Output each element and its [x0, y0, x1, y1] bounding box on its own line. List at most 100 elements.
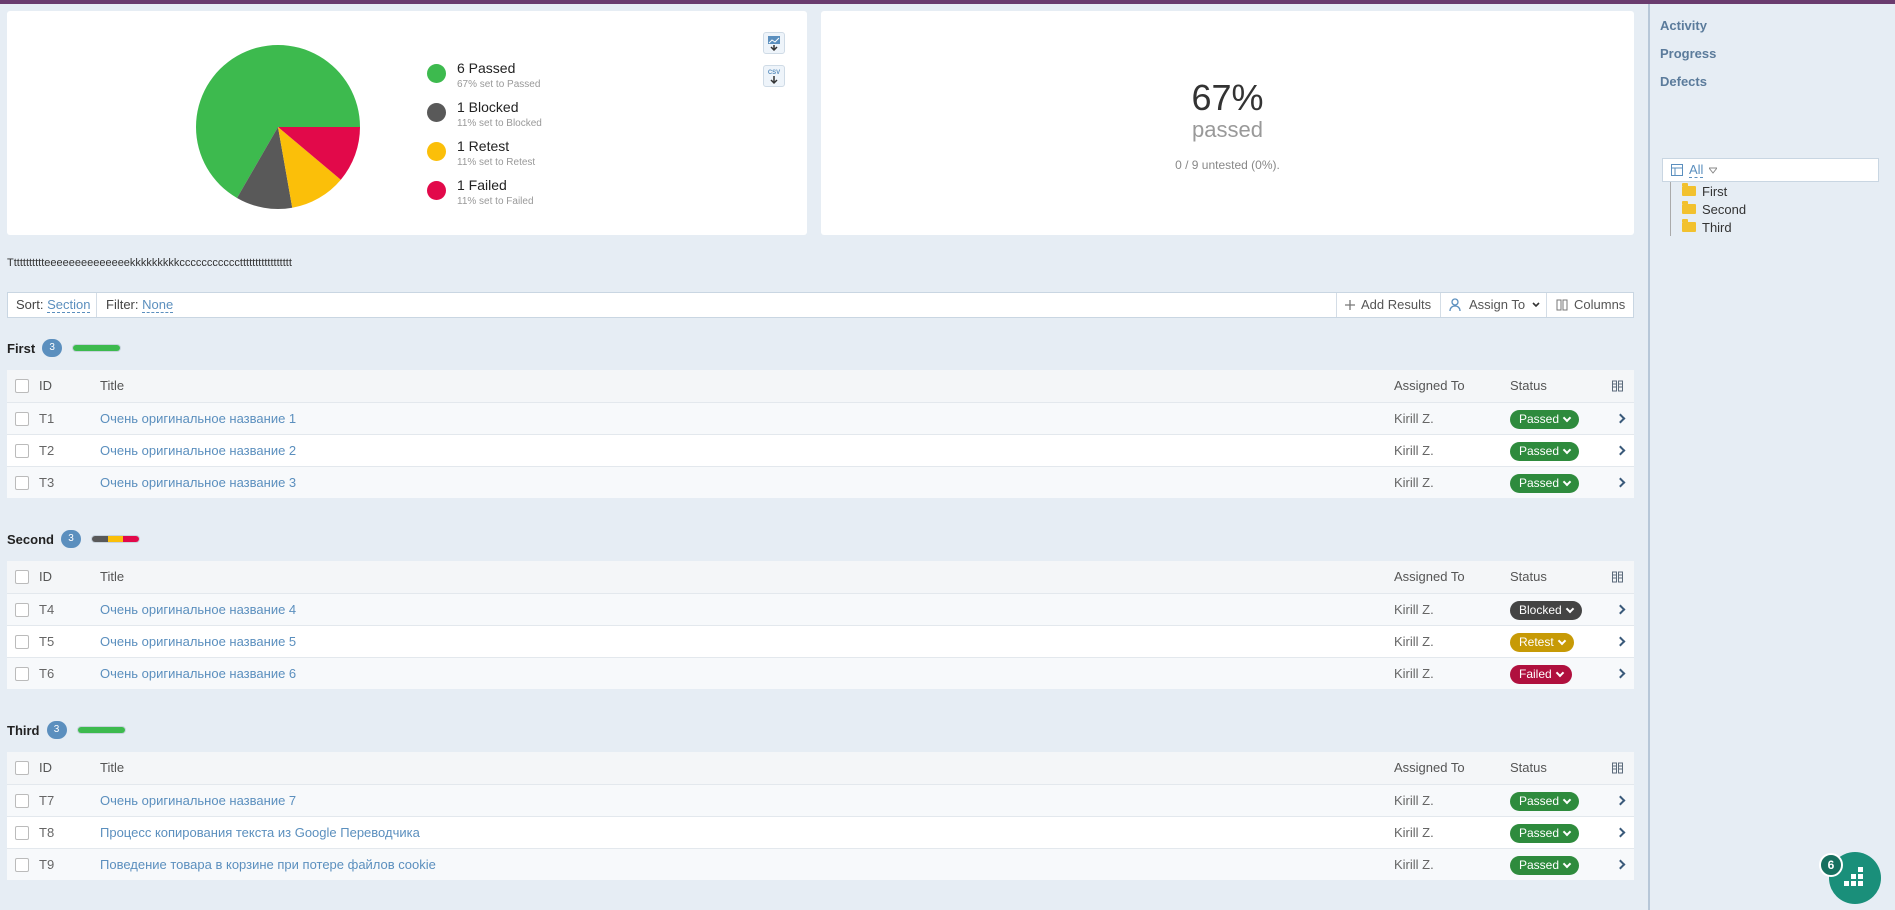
csv-export-button[interactable]: CSV	[763, 65, 785, 87]
tree-item-second[interactable]: Second	[1662, 200, 1879, 218]
table-row[interactable]: T2 Очень оригинальное название 2 Kirill Z.…	[7, 434, 1634, 466]
test-title-link[interactable]: Очень оригинальное название 2	[100, 435, 296, 467]
table-row[interactable]: T5 Очень оригинальное название 5 Kirill Z.…	[7, 625, 1634, 657]
status-dropdown[interactable]: Passed	[1510, 442, 1580, 461]
test-id: T3	[39, 475, 55, 490]
test-title-link[interactable]: Очень оригинальное название 4	[100, 594, 296, 626]
column-header-status[interactable]: Status	[1510, 561, 1547, 593]
test-title-link[interactable]: Процесс копирования текста из Google Пер…	[100, 817, 420, 849]
column-header-status[interactable]: Status	[1510, 752, 1547, 784]
chevron-right-icon[interactable]	[1615, 827, 1626, 838]
sidebar-link-defects[interactable]: Defects	[1660, 74, 1707, 89]
column-header-id[interactable]: ID	[39, 561, 52, 593]
status-label: Retest	[1519, 635, 1554, 649]
table-row[interactable]: T6 Очень оригинальное название 6 Kirill Z.…	[7, 657, 1634, 689]
grid-dots-icon	[1844, 867, 1863, 886]
tests-table: ID Title Assigned To Status T1 Очень оригинал…	[7, 370, 1634, 498]
row-checkbox[interactable]	[15, 858, 29, 872]
column-header-assigned[interactable]: Assigned To	[1394, 752, 1465, 784]
assign-to-button[interactable]: Assign To	[1441, 293, 1549, 317]
column-settings-icon[interactable]	[1612, 571, 1624, 583]
select-all-checkbox[interactable]	[15, 379, 29, 393]
select-all-checkbox[interactable]	[15, 570, 29, 584]
row-checkbox[interactable]	[15, 476, 29, 490]
table-header: ID Title Assigned To Status	[7, 370, 1634, 402]
test-title-link[interactable]: Очень оригинальное название 7	[100, 785, 296, 817]
assignee: Kirill Z.	[1394, 825, 1434, 840]
test-title-link[interactable]: Поведение товара в корзине при потере фа…	[100, 849, 436, 881]
row-checkbox[interactable]	[15, 826, 29, 840]
chevron-right-icon[interactable]	[1615, 668, 1626, 679]
tree-item-third[interactable]: Third	[1662, 218, 1879, 236]
status-label: Passed	[1519, 826, 1560, 840]
image-export-button[interactable]	[763, 32, 785, 54]
status-dropdown[interactable]: Passed	[1510, 410, 1580, 429]
status-dropdown[interactable]: Passed	[1510, 824, 1580, 843]
column-settings-icon[interactable]	[1612, 380, 1624, 392]
chevron-right-icon[interactable]	[1615, 636, 1626, 647]
test-title-link[interactable]: Очень оригинальное название 3	[100, 467, 296, 499]
progress-segment	[123, 536, 139, 542]
filter-value[interactable]: None	[142, 298, 174, 313]
filter-control[interactable]: Filter: None	[106, 293, 174, 317]
tree-item-first[interactable]: First	[1662, 182, 1879, 200]
row-checkbox[interactable]	[15, 635, 29, 649]
table-row[interactable]: T3 Очень оригинальное название 3 Kirill Z.…	[7, 466, 1634, 498]
chevron-right-icon[interactable]	[1615, 795, 1626, 806]
chevron-down-icon	[1557, 636, 1566, 646]
status-dropdown[interactable]: Blocked	[1510, 601, 1582, 620]
sort-control[interactable]: Sort: Section	[16, 293, 91, 317]
chevron-right-icon[interactable]	[1615, 604, 1626, 615]
row-checkbox[interactable]	[15, 603, 29, 617]
chevron-right-icon[interactable]	[1615, 859, 1626, 870]
chevron-right-icon[interactable]	[1615, 477, 1626, 488]
sidebar-link-progress[interactable]: Progress	[1660, 46, 1716, 61]
chevron-right-icon[interactable]	[1615, 413, 1626, 424]
status-dropdown[interactable]: Failed	[1510, 665, 1572, 684]
status-dropdown[interactable]: Passed	[1510, 792, 1580, 811]
sort-value[interactable]: Section	[47, 298, 91, 313]
assignee: Kirill Z.	[1394, 634, 1434, 649]
select-all-checkbox[interactable]	[15, 761, 29, 775]
status-chart-card: 6 Passed 67% set to Passed 1 Blocked 11% se…	[7, 11, 807, 235]
test-title-link[interactable]: Очень оригинальное название 6	[100, 658, 296, 690]
column-header-title[interactable]: Title	[100, 561, 124, 593]
status-dropdown[interactable]: Retest	[1510, 633, 1574, 652]
status-dropdown[interactable]: Passed	[1510, 474, 1580, 493]
table-row[interactable]: T8 Процесс копирования текста из Google П…	[7, 816, 1634, 848]
columns-button[interactable]: Columns	[1548, 293, 1633, 317]
table-row[interactable]: T9 Поведение товара в корзине при потере …	[7, 848, 1634, 880]
pass-rate-card: 67% passed 0 / 9 untested (0%).	[821, 11, 1634, 235]
column-header-assigned[interactable]: Assigned To	[1394, 370, 1465, 402]
status-dropdown[interactable]: Passed	[1510, 856, 1580, 875]
table-row[interactable]: T4 Очень оригинальное название 4 Kirill Z.…	[7, 593, 1634, 625]
caret-down-icon	[1709, 167, 1718, 174]
column-header-id[interactable]: ID	[39, 752, 52, 784]
assign-to-label: Assign To	[1469, 297, 1526, 312]
row-checkbox[interactable]	[15, 667, 29, 681]
row-checkbox[interactable]	[15, 794, 29, 808]
test-title-link[interactable]: Очень оригинальное название 1	[100, 403, 296, 435]
column-header-assigned[interactable]: Assigned To	[1394, 561, 1465, 593]
table-row[interactable]: T1 Очень оригинальное название 1 Kirill Z.…	[7, 402, 1634, 434]
row-checkbox[interactable]	[15, 412, 29, 426]
sidebar-link-activity[interactable]: Activity	[1660, 18, 1707, 33]
chevron-right-icon[interactable]	[1615, 445, 1626, 456]
assignee: Kirill Z.	[1394, 666, 1434, 681]
status-label: Passed	[1519, 858, 1560, 872]
test-title-link[interactable]: Очень оригинальное название 5	[100, 626, 296, 658]
status-cell: Passed	[1510, 403, 1580, 435]
table-row[interactable]: T7 Очень оригинальное название 7 Kirill Z.…	[7, 784, 1634, 816]
test-toolbar: Sort: Section Filter: None Add Results A…	[7, 292, 1634, 318]
tree-all-selector[interactable]: All	[1662, 158, 1879, 182]
column-header-status[interactable]: Status	[1510, 370, 1547, 402]
assignee: Kirill Z.	[1394, 411, 1434, 426]
column-header-id[interactable]: ID	[39, 370, 52, 402]
column-header-title[interactable]: Title	[100, 370, 124, 402]
column-settings-icon[interactable]	[1612, 762, 1624, 774]
tree-all-label[interactable]: All	[1689, 162, 1704, 178]
add-results-button[interactable]: Add Results	[1337, 293, 1439, 317]
column-header-title[interactable]: Title	[100, 752, 124, 784]
row-checkbox[interactable]	[15, 444, 29, 458]
status-label: Passed	[1519, 412, 1560, 426]
